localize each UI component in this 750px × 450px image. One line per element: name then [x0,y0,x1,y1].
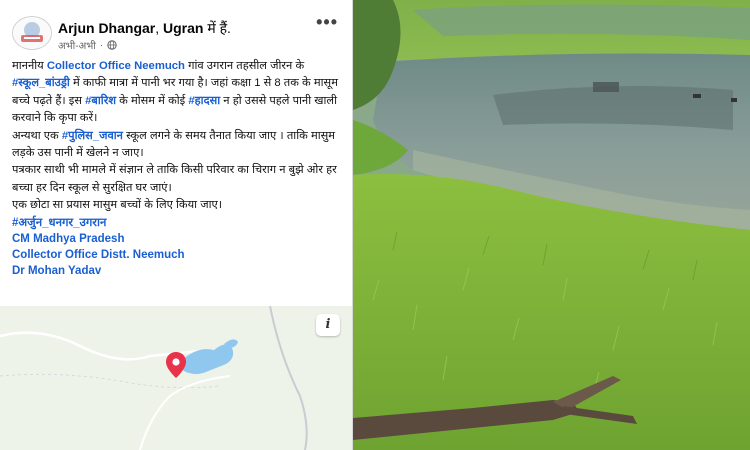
text-span: के मोसम में कोई [116,94,189,107]
avatar[interactable] [12,16,52,50]
post-meta: अभी-अभी · [58,38,117,52]
post-timestamp[interactable]: अभी-अभी [58,38,96,52]
post-header: Arjun Dhangar, Ugran में हैं. अभी-अभी · … [0,0,352,56]
author-line: Arjun Dhangar, Ugran में हैं. [58,19,231,38]
hashtag-school-boundary[interactable]: #स्कूल_बांउड्री [12,77,70,89]
location-pin-icon[interactable] [165,351,187,379]
paragraph-2: अन्यथा एक #पुलिस_जवान स्कूल लगने के समय … [12,128,346,163]
location-suffix: में हैं. [203,20,231,36]
tag-cm-madhya-pradesh[interactable]: CM Madhya Pradesh [12,231,346,247]
tag-dr-mohan-yadav[interactable]: Dr Mohan Yadav [12,263,346,279]
paragraph-1: माननीय Collector Office Neemuch गांव उगर… [12,58,346,128]
more-options-icon[interactable]: ••• [316,12,338,33]
location-name[interactable]: Ugran [163,20,203,36]
tag-collector-office-neemuch[interactable]: Collector Office Distt. Neemuch [12,247,346,263]
hashtag-author[interactable]: #अर्जुन_धनगर_उगरान [12,215,346,231]
post-body: माननीय Collector Office Neemuch गांव उगर… [12,58,346,279]
paragraph-4: एक छोटा सा प्रयास मासुम बच्चों के लिए कि… [12,199,223,212]
hashtag-rain[interactable]: #बारिश [85,95,116,107]
text-span: माननीय [12,60,47,72]
location-separator: , [155,20,164,36]
photo-image [353,0,750,450]
hashtag-accident[interactable]: #हादसा [188,95,220,107]
avatar-image [13,17,51,49]
collector-office-link[interactable]: Collector Office Neemuch [47,60,185,72]
flooded-field-photo [353,0,750,450]
globe-icon [107,40,117,50]
paragraph-3: पत्रकार साथी भी मामले में संज्ञान ले ताक… [12,164,337,194]
hashtag-police[interactable]: #पुलिस_जवान [62,130,123,142]
location-map[interactable]: i [0,306,352,450]
text-span: गांव उगरान तहसील जीरन के [184,60,305,72]
facebook-post: Arjun Dhangar, Ugran में हैं. अभी-अभी · … [0,0,352,450]
meta-dot: · [99,39,104,51]
author-name[interactable]: Arjun Dhangar [58,20,155,36]
map-info-button[interactable]: i [316,314,340,336]
text-span: अन्यथा एक [12,129,62,142]
